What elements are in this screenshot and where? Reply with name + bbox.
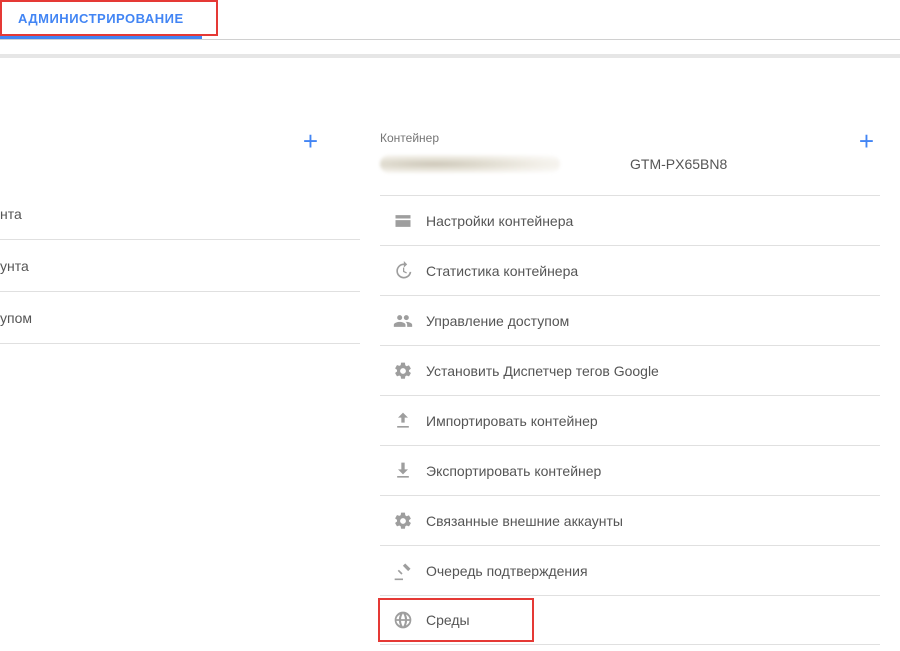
gear-icon xyxy=(380,361,426,381)
menu-label: Очередь подтверждения xyxy=(426,563,588,579)
gear-icon xyxy=(380,511,426,531)
menu-label: Импортировать контейнер xyxy=(426,413,598,429)
account-item[interactable]: упом xyxy=(0,292,360,344)
gavel-icon xyxy=(380,561,426,581)
upload-icon xyxy=(380,411,426,431)
menu-label: Управление доступом xyxy=(426,313,569,329)
history-icon xyxy=(380,261,426,281)
account-item[interactable]: унта xyxy=(0,240,360,292)
menu-label: Связанные внешние аккаунты xyxy=(426,513,623,529)
add-account-button[interactable]: + xyxy=(303,128,318,154)
menu-label: Экспортировать контейнер xyxy=(426,463,601,479)
menu-label: Статистика контейнера xyxy=(426,263,578,279)
approval-queue-item[interactable]: Очередь подтверждения xyxy=(380,545,880,595)
account-column: + нта унта упом xyxy=(0,58,360,651)
browser-icon xyxy=(380,211,426,231)
account-item[interactable]: нта xyxy=(0,188,360,240)
download-icon xyxy=(380,461,426,481)
container-column: + Контейнер GTM-PX65BN8 Настройки контей… xyxy=(360,58,900,651)
install-gtm-item[interactable]: Установить Диспетчер тегов Google xyxy=(380,345,880,395)
external-accounts-item[interactable]: Связанные внешние аккаунты xyxy=(380,495,880,545)
container-header: GTM-PX65BN8 xyxy=(380,155,880,173)
container-id: GTM-PX65BN8 xyxy=(630,156,727,172)
export-container-item[interactable]: Экспортировать контейнер xyxy=(380,445,880,495)
menu-label: Среды xyxy=(426,612,470,628)
import-container-item[interactable]: Импортировать контейнер xyxy=(380,395,880,445)
container-stats-item[interactable]: Статистика контейнера xyxy=(380,245,880,295)
menu-label: Установить Диспетчер тегов Google xyxy=(426,363,659,379)
container-settings-item[interactable]: Настройки контейнера xyxy=(380,195,880,245)
access-management-item[interactable]: Управление доступом xyxy=(380,295,880,345)
container-menu: Настройки контейнера Статистика контейне… xyxy=(380,195,880,645)
content-area: + нта унта упом + Контейнер GTM-PX65BN8 … xyxy=(0,58,900,651)
account-menu: нта унта упом xyxy=(0,188,360,344)
environments-item[interactable]: Среды xyxy=(380,595,880,645)
tab-highlight-box xyxy=(0,0,218,36)
people-icon xyxy=(380,311,426,331)
add-container-button[interactable]: + xyxy=(859,128,874,154)
menu-label: Настройки контейнера xyxy=(426,213,573,229)
container-section-label: Контейнер xyxy=(380,131,880,145)
globe-icon xyxy=(380,610,426,630)
container-name-redacted xyxy=(380,155,560,173)
